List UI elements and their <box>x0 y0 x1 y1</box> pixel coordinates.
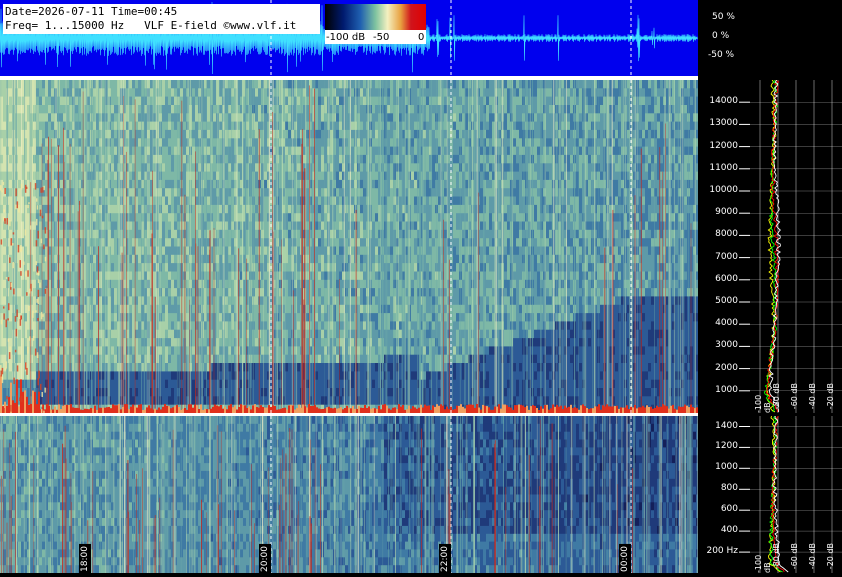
spectrogram-lowband: 18:00 20:00 22:00 00:00 <box>0 416 698 573</box>
frequency-label: 5000 <box>698 296 738 306</box>
spectrogram-lowband-canvas <box>0 416 698 573</box>
spectrum-series-2 <box>766 80 779 412</box>
frequency-label: 3000 <box>698 340 738 350</box>
colorbar-gradient <box>325 4 426 30</box>
frequency-label: 1000 <box>698 462 738 472</box>
frequency-axis-wideband: 14000 13000 12000 11000 10000 9000 8000 7000 600… <box>698 80 842 413</box>
db-tick-label: -40 dB <box>808 543 817 569</box>
time-label-22: 22:00 <box>439 544 451 573</box>
frequency-label: 800 <box>698 483 738 493</box>
frequency-label: 8000 <box>698 229 738 239</box>
frequency-label: 9000 <box>698 207 738 217</box>
db-tick-label: -20 dB <box>826 383 835 409</box>
time-label-00: 00:00 <box>619 544 631 573</box>
colorbar-label-mid: -50 <box>373 32 389 43</box>
info-box: Date=2026-07-11 Time=00:45 Freq= 1...150… <box>3 4 320 34</box>
frequency-label: 400 <box>698 525 738 535</box>
db-tick-label: -80 dB <box>772 543 781 569</box>
frequency-label: 200 Hz <box>698 546 738 556</box>
time-label-18: 18:00 <box>79 544 91 573</box>
db-tick-label: -100 dB <box>754 383 772 413</box>
frequency-label: 2000 <box>698 363 738 373</box>
frequency-label: 4000 <box>698 318 738 328</box>
frequency-axis-lowband: 1400 1200 1000 800 600 400 200 Hz -100 dB-80 dB… <box>698 416 842 573</box>
db-tick-label: -60 dB <box>790 543 799 569</box>
frequency-label: 600 <box>698 504 738 514</box>
frequency-label: 13000 <box>698 118 738 128</box>
frequency-label: 7000 <box>698 252 738 262</box>
db-tick-label: -20 dB <box>826 543 835 569</box>
frequency-label: 1000 <box>698 385 738 395</box>
time-label-20: 20:00 <box>259 544 271 573</box>
spectrogram-wideband <box>0 80 698 413</box>
scale-label-0: 0 % <box>712 31 729 41</box>
frequency-label: 10000 <box>698 185 738 195</box>
frequency-label: 14000 <box>698 96 738 106</box>
scale-label-minus50: -50 % <box>708 50 734 60</box>
db-tick-label: -100 dB <box>754 543 772 573</box>
frequency-label: 6000 <box>698 274 738 284</box>
spectrogram-cells <box>0 416 698 573</box>
waveform-scale: 50 % 0 % -50 % <box>698 0 842 76</box>
scale-label-50: 50 % <box>712 12 735 22</box>
colorbar-label-max: 0 <box>418 32 424 43</box>
frequency-label: Freq= 1...15000 Hz VLF E-field ©www.vlf.… <box>5 19 318 33</box>
colorbar-label-min: -100 dB <box>326 32 365 43</box>
date-time-label: Date=2026-07-11 Time=00:45 <box>5 5 318 19</box>
frequency-label: 1200 <box>698 441 738 451</box>
db-tick-label: -60 dB <box>790 383 799 409</box>
db-tick-label: -40 dB <box>808 383 817 409</box>
spectrogram-wideband-canvas <box>0 80 698 413</box>
frequency-label: 1400 <box>698 421 738 431</box>
frequency-label: 12000 <box>698 141 738 151</box>
db-tick-label: -80 dB <box>772 383 781 409</box>
frequency-label: 11000 <box>698 163 738 173</box>
colorbar: -100 dB -50 0 <box>325 4 426 44</box>
